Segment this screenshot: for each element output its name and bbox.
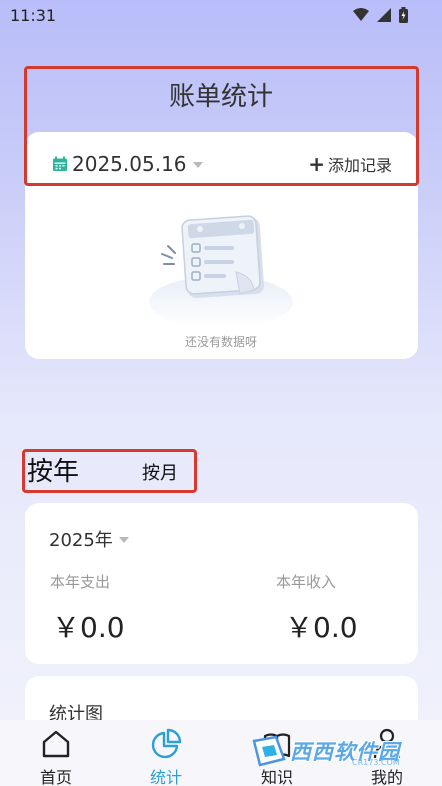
tab-stats[interactable]: 统计 [121, 720, 211, 786]
year-value: 2025年 [49, 530, 113, 551]
tab-home-label: 首页 [39, 768, 72, 786]
tab-home[interactable]: 首页 [11, 720, 101, 786]
empty-notepad-illustration [149, 215, 293, 328]
status-time: 11:31 [10, 6, 57, 25]
watermark: 西西软件园 CR173.COM [250, 731, 418, 771]
status-icons [353, 7, 408, 23]
empty-state-text: 还没有数据呀 [184, 335, 257, 349]
year-expense-label: 本年支出 [50, 573, 111, 591]
watermark-sub: CR173.COM [352, 758, 400, 767]
highlight-box [24, 66, 419, 186]
pie-chart-icon [151, 728, 182, 759]
highlight-box [22, 449, 197, 493]
signal-icon [377, 8, 391, 22]
status-bar: 11:31 [0, 0, 442, 30]
year-picker[interactable]: 2025年 [49, 526, 129, 552]
home-icon [42, 730, 70, 758]
watermark-logo-icon [252, 735, 286, 767]
year-income-label: 本年收入 [276, 573, 337, 591]
wifi-icon [353, 8, 369, 21]
chevron-down-icon [118, 537, 129, 543]
battery-icon [399, 7, 408, 23]
year-expense-value: ￥0.0 [52, 611, 125, 644]
tab-stats-label: 统计 [149, 768, 182, 786]
year-income-value: ￥0.0 [285, 611, 358, 644]
